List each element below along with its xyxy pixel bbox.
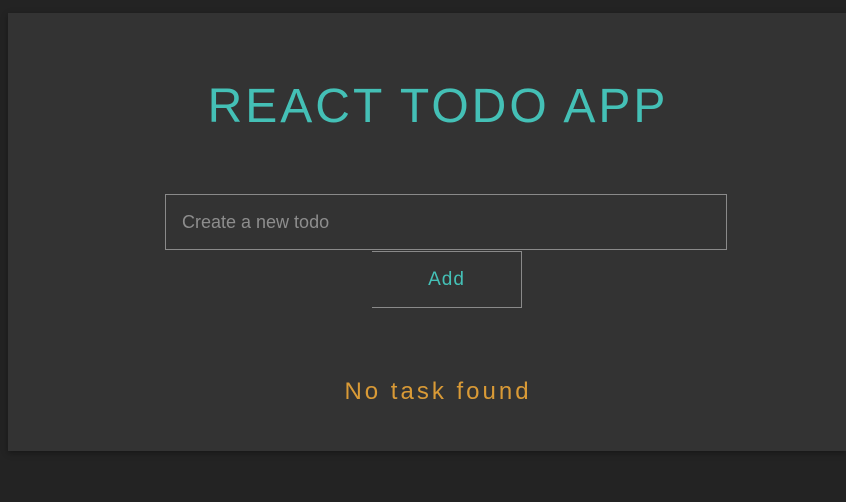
add-todo-button[interactable]: Add <box>372 251 522 308</box>
empty-list-message: No task found <box>344 378 532 405</box>
todo-card: REACT TODO APP Add No task found <box>8 13 846 451</box>
new-todo-input[interactable] <box>165 194 727 250</box>
page-title: REACT TODO APP <box>207 80 669 133</box>
